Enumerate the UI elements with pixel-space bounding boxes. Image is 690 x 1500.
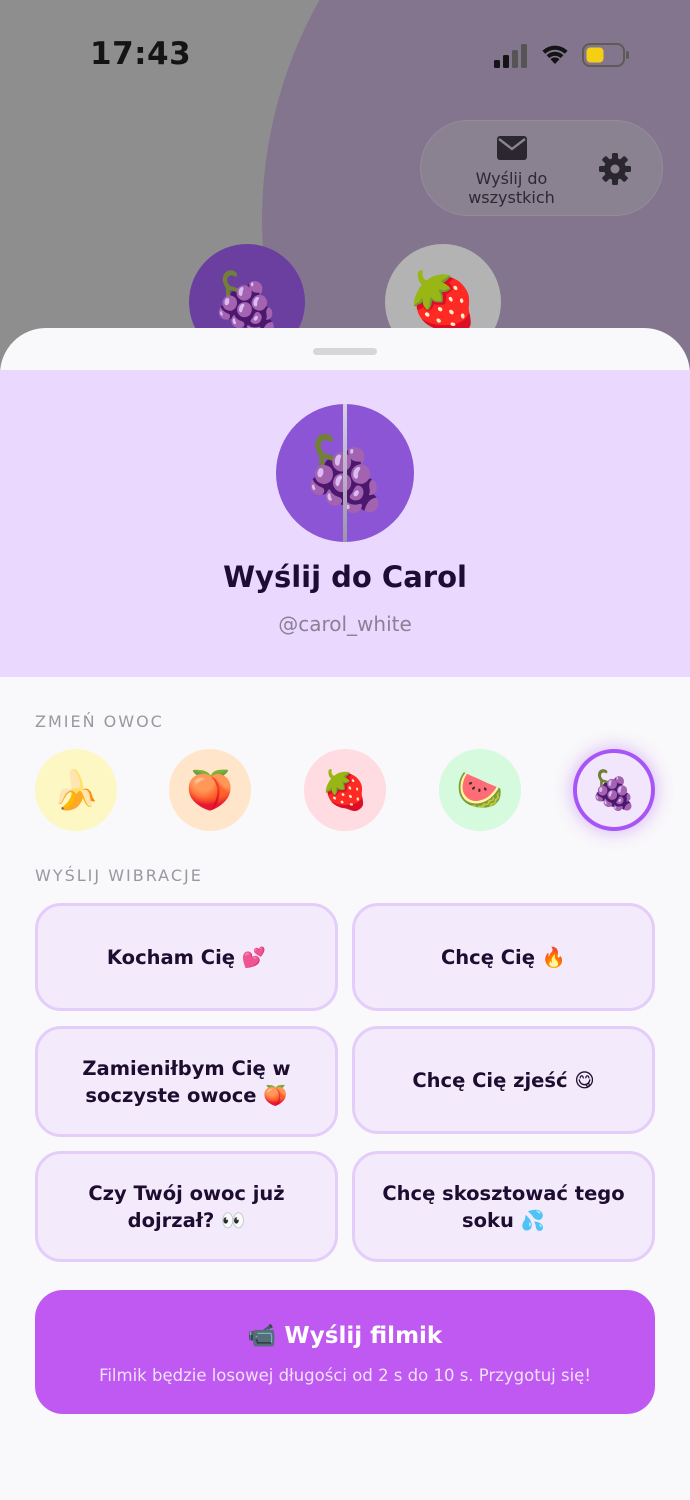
top-actions-pill: Wyślij do wszystkich: [420, 120, 663, 216]
fruit-picker: 🍌 🍑 🍓 🍉 🍇: [35, 749, 656, 833]
vibe-button-love[interactable]: Kocham Cię 💕: [35, 903, 338, 1011]
recipient-avatar: 🍇: [276, 404, 414, 542]
banana-icon: 🍌: [52, 767, 100, 812]
gear-icon[interactable]: [597, 151, 633, 187]
fruit-option-peach[interactable]: 🍑: [169, 749, 251, 831]
send-video-button[interactable]: 📹 Wyślij filmik Filmik będzie losowej dł…: [35, 1290, 655, 1414]
sheet-title: Wyślij do Carol: [223, 560, 467, 594]
strawberry-icon: 🍓: [406, 267, 480, 336]
send-to-all-button[interactable]: Wyślij do wszystkich: [439, 133, 584, 213]
grapes-icon: 🍇: [590, 767, 638, 812]
fruit-option-strawberry[interactable]: 🍓: [304, 749, 386, 831]
signal-icon: [494, 44, 527, 68]
vibe-button-ripe[interactable]: Czy Twój owoc już dojrzał? 👀: [35, 1151, 338, 1262]
fruit-option-banana[interactable]: 🍌: [35, 749, 117, 831]
envelope-icon: [496, 136, 527, 160]
recipient-header: 🍇 Wyślij do Carol @carol_white: [0, 370, 690, 677]
vibe-button-want[interactable]: Chcę Cię 🔥: [352, 903, 655, 1011]
fruit-option-grapes[interactable]: 🍇: [573, 749, 655, 831]
fruit-option-watermelon[interactable]: 🍉: [439, 749, 521, 831]
change-fruit-label: ZMIEŃ OWOC: [35, 712, 164, 731]
strawberry-icon: 🍓: [321, 767, 369, 812]
send-bottom-sheet: 🍇 Wyślij do Carol @carol_white ZMIEŃ OWO…: [0, 328, 690, 1500]
send-to-all-label: Wyślij do wszystkich: [468, 169, 555, 207]
send-vibe-label: WYŚLIJ WIBRACJE: [35, 866, 203, 885]
send-video-label: 📹 Wyślij filmik: [247, 1323, 443, 1349]
status-bar: 17:43: [0, 0, 690, 110]
wifi-icon: [542, 45, 568, 64]
peach-icon: 🍑: [186, 767, 234, 812]
watermelon-icon: 🍉: [456, 767, 504, 812]
recipient-username: @carol_white: [278, 612, 412, 636]
send-video-note: Filmik będzie losowej długości od 2 s do…: [99, 1366, 591, 1385]
battery-icon: [582, 43, 629, 67]
grapes-icon: 🍇: [300, 430, 390, 515]
grapes-icon: 🍇: [210, 267, 284, 336]
vibe-button-juice[interactable]: Chcę skosztować tego soku 💦: [352, 1151, 655, 1262]
status-time: 17:43: [90, 36, 192, 72]
vibe-button-juicy[interactable]: Zamieniłbym Cię w soczyste owoce 🍑: [35, 1026, 338, 1137]
vibe-button-eat[interactable]: Chcę Cię zjeść 😋: [352, 1026, 655, 1134]
sheet-drag-handle[interactable]: [313, 348, 377, 355]
